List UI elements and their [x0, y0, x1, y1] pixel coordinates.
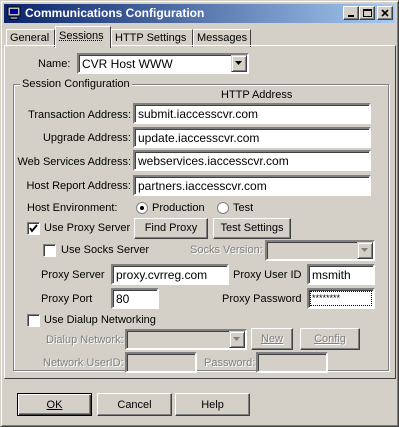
checkmark-icon [29, 224, 38, 233]
host-environment-label: Host Environment: [27, 202, 118, 214]
network-password-input[interactable] [256, 352, 328, 373]
host-report-address-label: Host Report Address: [26, 180, 131, 192]
dropdown-button[interactable] [229, 331, 245, 348]
tab-label: General [10, 32, 50, 44]
network-password-label: Password: [204, 357, 256, 369]
communications-config-dialog: Communications Configuration General Ses… [0, 0, 399, 427]
test-settings-button[interactable]: Test Settings [213, 218, 291, 239]
test-label: Test [233, 202, 254, 214]
web-services-address-input[interactable]: webservices.iaccesscvr.com [133, 150, 371, 171]
tab-label: HTTP Settings [115, 32, 187, 44]
app-icon [7, 6, 21, 20]
cancel-label: Cancel [117, 399, 152, 411]
window-title: Communications Configuration [25, 6, 205, 20]
name-label: Name: [38, 58, 71, 70]
minimize-button[interactable] [343, 6, 359, 20]
close-button[interactable] [377, 6, 393, 20]
dropdown-button[interactable] [357, 242, 373, 259]
proxy-user-id-label: Proxy User ID [233, 269, 302, 281]
upgrade-address-input[interactable]: update.iaccesscvr.com [133, 127, 371, 148]
tab-label: Sessions [59, 30, 104, 42]
proxy-port-input[interactable]: 80 [111, 288, 159, 309]
tab-strip: General Sessions HTTP Settings Messages [1, 25, 399, 48]
tab-sessions[interactable]: Sessions [55, 26, 111, 48]
proxy-port-label: Proxy Port [41, 293, 93, 305]
group-title: Session Configuration [20, 78, 132, 90]
chevron-down-icon [235, 61, 242, 65]
maximize-icon [363, 9, 372, 17]
production-radio[interactable] [136, 202, 148, 214]
test-radio[interactable] [217, 202, 229, 214]
use-proxy-label: Use Proxy Server [44, 222, 131, 234]
tab-label: Messages [197, 32, 248, 44]
web-services-address-label: Web Services Address: [17, 156, 131, 168]
http-address-header: HTTP Address [221, 89, 293, 101]
proxy-user-id-input[interactable]: msmith [307, 264, 375, 285]
proxy-password-input[interactable]: ******** [307, 288, 375, 309]
chevron-down-icon [361, 248, 368, 252]
use-socks-checkbox[interactable] [43, 244, 56, 257]
dialup-network-combo[interactable] [125, 329, 247, 350]
use-dialup-label: Use Dialup Networking [44, 314, 156, 326]
config-button-label: Config [314, 333, 346, 345]
session-name-value: CVR Host WWW [82, 57, 173, 71]
network-userid-input[interactable] [125, 352, 197, 373]
new-dialup-button[interactable]: New [251, 328, 293, 350]
socks-version-combo[interactable] [265, 240, 375, 261]
proxy-server-input[interactable]: proxy.cvrreg.com [111, 264, 229, 285]
new-button-label: New [260, 333, 283, 345]
chevron-down-icon [233, 337, 240, 341]
use-socks-label: Use Socks Server [61, 244, 150, 256]
proxy-server-label: Proxy Server [41, 269, 105, 281]
use-dialup-checkbox[interactable] [27, 314, 40, 327]
transaction-address-input[interactable]: submit.iaccesscvr.com [133, 103, 371, 124]
maximize-button[interactable] [359, 6, 375, 20]
host-report-address-input[interactable]: partners.iaccesscvr.com [133, 175, 371, 196]
use-proxy-checkbox[interactable] [27, 222, 40, 235]
dialup-network-label: Dialup Network: [46, 334, 124, 346]
socks-version-label: Socks Version: [190, 244, 263, 256]
session-name-combo[interactable]: CVR Host WWW [77, 53, 249, 74]
ok-label: OK [46, 399, 63, 411]
production-label: Production [152, 202, 205, 214]
cancel-button[interactable]: Cancel [97, 393, 172, 416]
find-proxy-button[interactable]: Find Proxy [134, 218, 208, 239]
config-dialup-button[interactable]: Config [300, 328, 360, 350]
close-icon [381, 9, 389, 17]
title-bar[interactable]: Communications Configuration [4, 4, 395, 23]
proxy-password-label: Proxy Password [222, 293, 302, 305]
ok-button[interactable]: OK [17, 393, 92, 416]
help-label: Help [201, 399, 224, 411]
minimize-icon [348, 15, 354, 17]
network-userid-label: Network UserID: [43, 357, 124, 369]
transaction-address-label: Transaction Address: [28, 109, 131, 121]
dropdown-button[interactable] [231, 55, 247, 72]
upgrade-address-label: Upgrade Address: [42, 132, 131, 144]
help-button[interactable]: Help [175, 393, 250, 416]
